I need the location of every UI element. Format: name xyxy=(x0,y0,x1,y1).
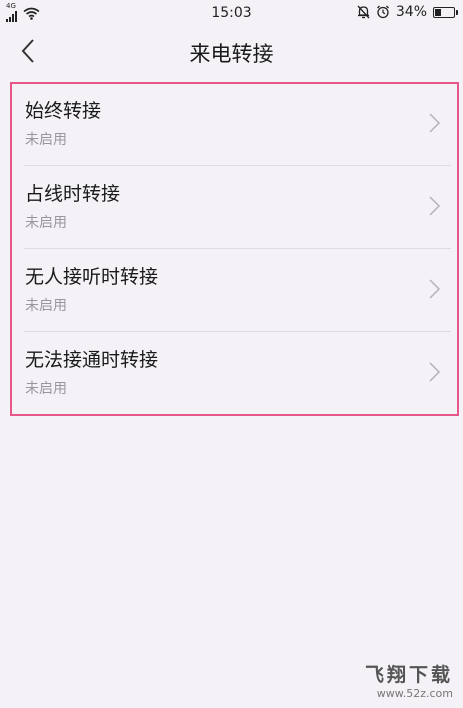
chevron-right-icon xyxy=(429,196,441,216)
list-item-forward-when-unanswered[interactable]: 无人接听时转接 未启用 xyxy=(20,250,451,332)
list-item-forward-when-busy[interactable]: 占线时转接 未启用 xyxy=(20,167,451,249)
chevron-right-icon xyxy=(429,362,441,382)
page-title: 来电转接 xyxy=(189,42,274,66)
battery-icon xyxy=(433,6,458,18)
battery-level-fill xyxy=(435,8,441,16)
item-title: 占线时转接 xyxy=(25,183,121,205)
item-title: 始终转接 xyxy=(25,100,102,122)
item-status: 未启用 xyxy=(25,381,67,397)
chevron-right-icon xyxy=(429,279,441,299)
watermark-title: 飞翔下载 xyxy=(364,664,453,686)
item-status: 未启用 xyxy=(25,298,67,314)
mute-icon xyxy=(357,5,370,19)
divider xyxy=(24,165,451,166)
alarm-icon xyxy=(376,5,389,19)
watermark-url: www.52z.com xyxy=(376,687,453,700)
list-item-always-forward[interactable]: 始终转接 未启用 xyxy=(20,84,451,166)
divider xyxy=(24,331,451,332)
battery-percent: 34% xyxy=(395,4,427,20)
item-status: 未启用 xyxy=(25,215,67,231)
item-status: 未启用 xyxy=(25,132,67,148)
list-item-forward-when-unreachable[interactable]: 无法接通时转接 未启用 xyxy=(20,333,451,415)
item-title: 无人接听时转接 xyxy=(25,266,159,288)
status-bar: 4G 15:03 34% xyxy=(0,0,463,26)
divider xyxy=(24,248,451,249)
status-right-group: 34% xyxy=(357,4,458,20)
watermark: 飞翔下载 www.52z.com xyxy=(365,660,453,700)
item-title: 无法接通时转接 xyxy=(25,349,159,371)
chevron-right-icon xyxy=(429,113,441,133)
nav-bar: 来电转接 xyxy=(0,26,463,78)
call-forwarding-options-list: 始终转接 未启用 占线时转接 未启用 无人接听时转接 未启用 无法接通时转接 未… xyxy=(10,82,459,416)
